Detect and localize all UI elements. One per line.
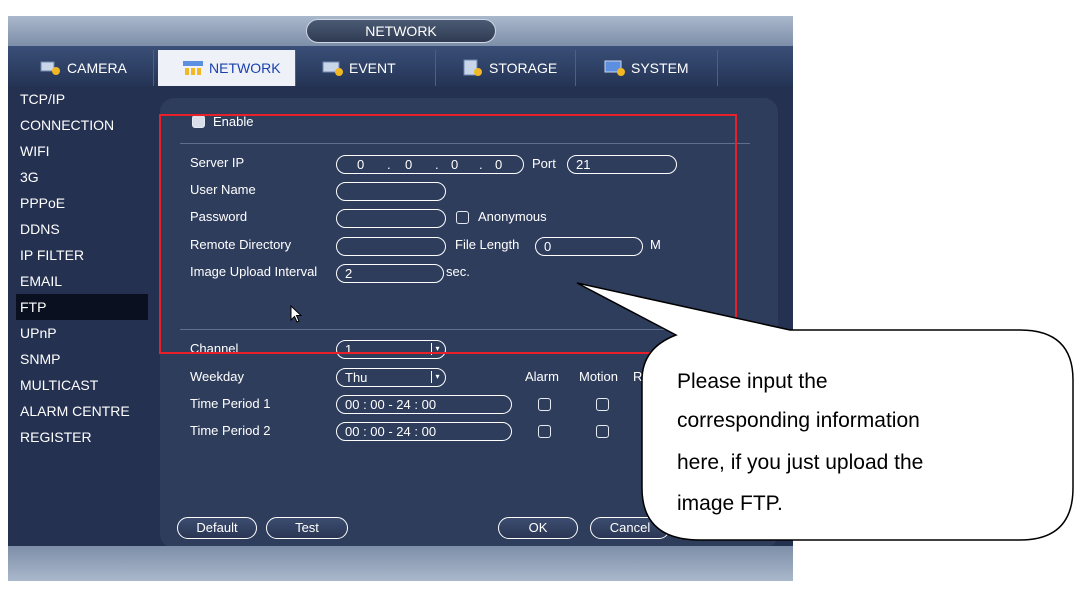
callout-line-3: here, if you just upload the: [677, 451, 924, 474]
callout-line-1: Please input the: [677, 370, 828, 393]
callout-line-4: image FTP.: [677, 492, 783, 515]
callout-line-2: corresponding information: [677, 409, 920, 432]
